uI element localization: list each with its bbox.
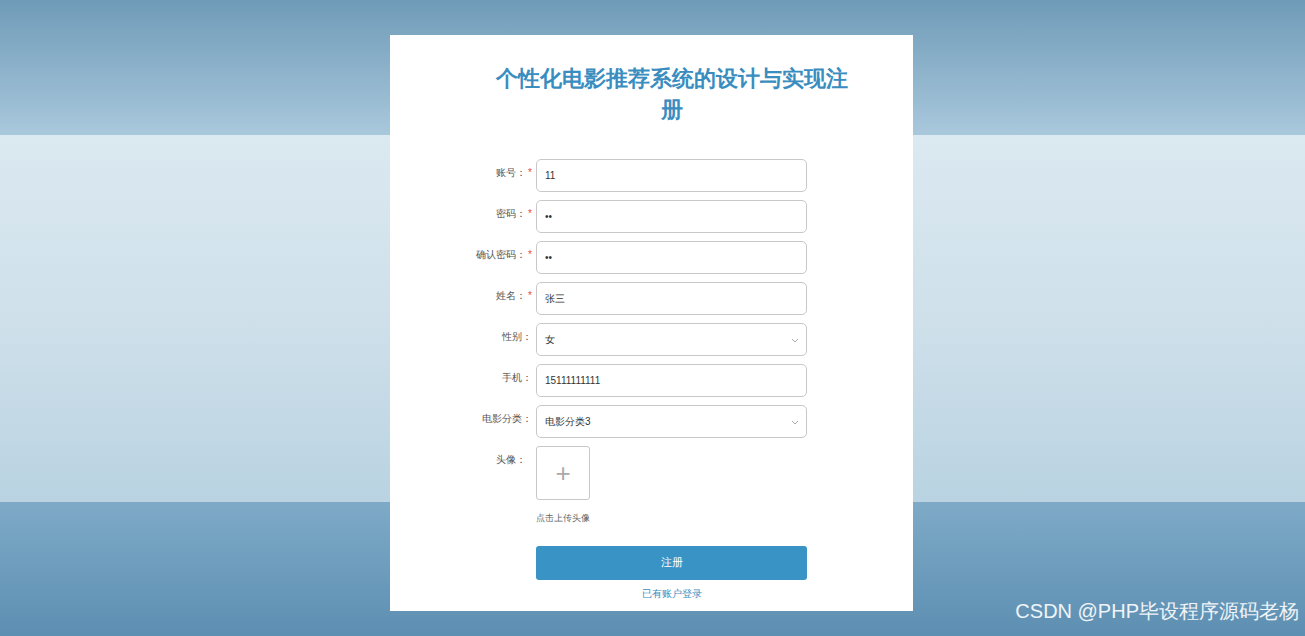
avatar-upload-button[interactable]: + (536, 446, 590, 500)
field-label: 手机： (390, 364, 536, 385)
chevron-down-icon (790, 417, 800, 427)
field-label: 头像： (390, 446, 536, 467)
label-text: 电影分类： (482, 411, 532, 426)
text-input[interactable] (537, 365, 806, 396)
select-value[interactable] (537, 324, 790, 355)
text-input[interactable] (537, 160, 806, 191)
watermark: CSDN @PHP毕设程序源码老杨 (1015, 596, 1299, 626)
register-form: 账号：*密码：*确认密码：*姓名：*性别：手机：电影分类：头像：+点击上传头像注… (390, 159, 913, 601)
text-field[interactable] (536, 159, 807, 192)
label-text: 账号： (496, 165, 526, 180)
required-mark: * (528, 165, 532, 180)
chevron-down-icon (790, 335, 800, 345)
select-field[interactable] (536, 323, 807, 356)
text-field[interactable] (536, 282, 807, 315)
required-mark: * (528, 206, 532, 221)
avatar-row: 头像：+ 点击上传头像 (390, 446, 913, 526)
label-text: 姓名： (496, 288, 526, 303)
field-label: 电影分类： (390, 405, 536, 426)
select-field[interactable] (536, 405, 807, 438)
field-label: 姓名：* (390, 282, 536, 303)
form-row: 电影分类： (390, 405, 913, 438)
label-text: 密码： (496, 206, 526, 221)
text-field[interactable] (536, 364, 807, 397)
form-row: 密码：* (390, 200, 913, 233)
field-label: 账号：* (390, 159, 536, 180)
required-mark: * (528, 288, 532, 303)
text-input[interactable] (537, 201, 806, 232)
required-mark: * (528, 247, 532, 262)
register-button[interactable]: 注册 (536, 546, 807, 580)
page-title: 个性化电影推荐系统的设计与实现注册 (486, 35, 858, 125)
form-row: 确认密码：* (390, 241, 913, 274)
text-input[interactable] (537, 242, 806, 273)
login-link[interactable]: 已有账户登录 (642, 586, 702, 601)
field-label: 密码：* (390, 200, 536, 221)
label-text: 确认密码： (476, 247, 526, 262)
select-value[interactable] (537, 406, 790, 437)
text-field[interactable] (536, 241, 807, 274)
avatar-hint: 点击上传头像 (536, 512, 590, 526)
form-row: 手机： (390, 364, 913, 397)
actions: 注册已有账户登录 (536, 546, 807, 601)
label-text: 手机： (502, 370, 532, 385)
form-row: 账号：* (390, 159, 913, 192)
text-input[interactable] (537, 283, 806, 314)
label-text: 性别： (502, 329, 532, 344)
avatar-upload: + 点击上传头像 (536, 446, 590, 526)
form-row: 姓名：* (390, 282, 913, 315)
form-row: 性别： (390, 323, 913, 356)
text-field[interactable] (536, 200, 807, 233)
field-label: 性别： (390, 323, 536, 344)
field-label: 确认密码：* (390, 241, 536, 262)
register-card: 个性化电影推荐系统的设计与实现注册账号：*密码：*确认密码：*姓名：*性别：手机… (390, 35, 913, 611)
